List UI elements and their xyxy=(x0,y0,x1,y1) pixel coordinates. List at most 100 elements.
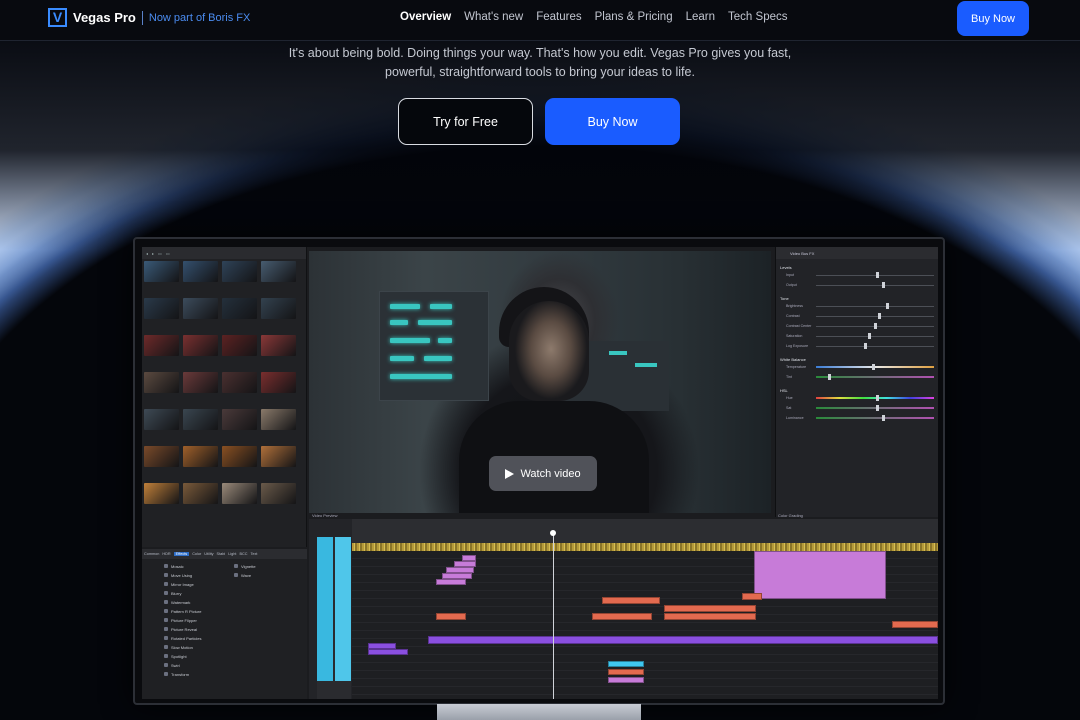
media-thumbnail[interactable] xyxy=(183,261,218,296)
fx-item[interactable]: Slow Motion xyxy=(164,644,234,650)
media-thumbnail[interactable] xyxy=(222,298,257,333)
grading-slider-row[interactable]: Sat xyxy=(776,403,938,413)
media-thumbnail[interactable] xyxy=(183,335,218,370)
media-thumbnail[interactable] xyxy=(183,372,218,407)
fx-item[interactable]: Vignette xyxy=(234,563,294,569)
media-thumbnail[interactable] xyxy=(183,483,218,518)
fx-tab[interactable]: Utility xyxy=(204,552,213,556)
media-thumbnail[interactable] xyxy=(144,298,179,333)
grading-slider-track[interactable] xyxy=(816,275,934,276)
timeline-clip[interactable] xyxy=(428,636,938,644)
fx-item[interactable]: Pattern R Picture xyxy=(164,608,234,614)
timeline-clip[interactable] xyxy=(602,597,660,604)
playhead[interactable] xyxy=(553,531,554,699)
media-thumbnail[interactable] xyxy=(222,372,257,407)
grading-slider-knob[interactable] xyxy=(882,282,885,288)
grading-slider-track[interactable] xyxy=(816,285,934,286)
fx-item[interactable]: Mosaic xyxy=(164,563,234,569)
media-thumbnail[interactable] xyxy=(183,446,218,481)
grading-slider-knob[interactable] xyxy=(874,323,877,329)
fx-item[interactable]: Mirror Image xyxy=(164,581,234,587)
grading-slider-row[interactable]: Tint xyxy=(776,372,938,382)
hero-buy-now-button[interactable]: Buy Now xyxy=(545,98,680,145)
media-thumbnail[interactable] xyxy=(144,483,179,518)
media-thumbnail[interactable] xyxy=(222,409,257,444)
grading-slider-track[interactable] xyxy=(816,336,934,337)
fx-item[interactable]: Transform xyxy=(164,671,234,677)
grading-slider-row[interactable]: Brightness xyxy=(776,301,938,311)
grading-slider-row[interactable]: Luminance xyxy=(776,413,938,423)
grading-slider-knob[interactable] xyxy=(882,415,885,421)
grading-slider-track[interactable] xyxy=(816,366,934,368)
grading-slider-row[interactable]: Saturation xyxy=(776,331,938,341)
fx-item[interactable]: Move Using xyxy=(164,572,234,578)
media-thumbnail[interactable] xyxy=(144,446,179,481)
media-thumbnail[interactable] xyxy=(144,409,179,444)
timeline-clip[interactable] xyxy=(592,613,652,620)
grading-slider-row[interactable]: Input xyxy=(776,270,938,280)
timeline-ruler[interactable] xyxy=(352,519,938,543)
grading-slider-row[interactable]: Temperature xyxy=(776,362,938,372)
timeline-clip[interactable] xyxy=(742,593,762,600)
media-thumbnail[interactable] xyxy=(261,298,296,333)
media-thumbnail[interactable] xyxy=(183,298,218,333)
fx-item[interactable]: Picture Flipper xyxy=(164,617,234,623)
grading-slider-row[interactable]: Contrast xyxy=(776,311,938,321)
grading-slider-knob[interactable] xyxy=(876,272,879,278)
media-thumbnail[interactable] xyxy=(261,409,296,444)
fx-item[interactable]: Wave xyxy=(234,572,294,578)
fx-item[interactable]: Swirl xyxy=(164,662,234,668)
fx-tab[interactable]: Effects xyxy=(173,552,190,556)
fx-item[interactable]: Blurry xyxy=(164,590,234,596)
grading-slider-knob[interactable] xyxy=(876,405,879,411)
media-thumbnail[interactable] xyxy=(144,335,179,370)
watch-video-button[interactable]: Watch video xyxy=(489,456,597,491)
media-thumbnail[interactable] xyxy=(261,446,296,481)
nav-link-whats-new[interactable]: What's new xyxy=(464,11,523,23)
video-preview[interactable]: Watch video xyxy=(309,251,771,513)
media-thumbnail[interactable] xyxy=(261,483,296,518)
fx-tab[interactable]: Color xyxy=(192,552,201,556)
grading-slider-track[interactable] xyxy=(816,407,934,409)
fx-tab[interactable]: HDR xyxy=(162,552,170,556)
playhead-handle[interactable] xyxy=(550,530,556,536)
timeline-tracks[interactable] xyxy=(352,551,938,699)
media-thumbnail[interactable] xyxy=(222,335,257,370)
timeline-clip[interactable] xyxy=(754,551,886,599)
grading-slider-row[interactable]: Contrast Center xyxy=(776,321,938,331)
nav-link-plans-pricing[interactable]: Plans & Pricing xyxy=(595,11,673,23)
grading-slider-track[interactable] xyxy=(816,316,934,317)
grading-slider-track[interactable] xyxy=(816,417,934,419)
timeline-clip[interactable] xyxy=(608,661,644,667)
nav-link-tech-specs[interactable]: Tech Specs xyxy=(728,11,787,23)
fx-item[interactable]: Watermark xyxy=(164,599,234,605)
timeline-clip[interactable] xyxy=(608,677,644,683)
grading-slider-knob[interactable] xyxy=(876,395,879,401)
timeline-clip[interactable] xyxy=(368,649,408,655)
nav-link-overview[interactable]: Overview xyxy=(400,11,451,23)
grading-slider-track[interactable] xyxy=(816,376,934,378)
fx-tab[interactable]: Text xyxy=(250,552,257,556)
timeline-clip[interactable] xyxy=(892,621,938,628)
fx-tab[interactable]: Common xyxy=(144,552,159,556)
grading-slider-knob[interactable] xyxy=(886,303,889,309)
grading-slider-knob[interactable] xyxy=(872,364,875,370)
fx-tab[interactable]: Stabi xyxy=(217,552,226,556)
media-thumbnail[interactable] xyxy=(222,483,257,518)
try-for-free-button[interactable]: Try for Free xyxy=(398,98,533,145)
media-thumbnail[interactable] xyxy=(222,446,257,481)
timeline-clip[interactable] xyxy=(664,605,756,612)
grading-slider-row[interactable]: Log Exposure xyxy=(776,341,938,351)
media-thumbnail[interactable] xyxy=(144,372,179,407)
timeline-clip[interactable] xyxy=(436,579,466,585)
media-thumbnail[interactable] xyxy=(261,372,296,407)
nav-link-features[interactable]: Features xyxy=(536,11,581,23)
media-thumbnail[interactable] xyxy=(261,335,296,370)
grading-slider-knob[interactable] xyxy=(864,343,867,349)
fx-tab[interactable]: Light xyxy=(228,552,236,556)
fx-item[interactable]: Spotlight xyxy=(164,653,234,659)
timeline-clip[interactable] xyxy=(608,669,644,675)
nav-buy-now-button[interactable]: Buy Now xyxy=(957,1,1029,36)
nav-link-learn[interactable]: Learn xyxy=(686,11,715,23)
media-thumbnail[interactable] xyxy=(261,261,296,296)
